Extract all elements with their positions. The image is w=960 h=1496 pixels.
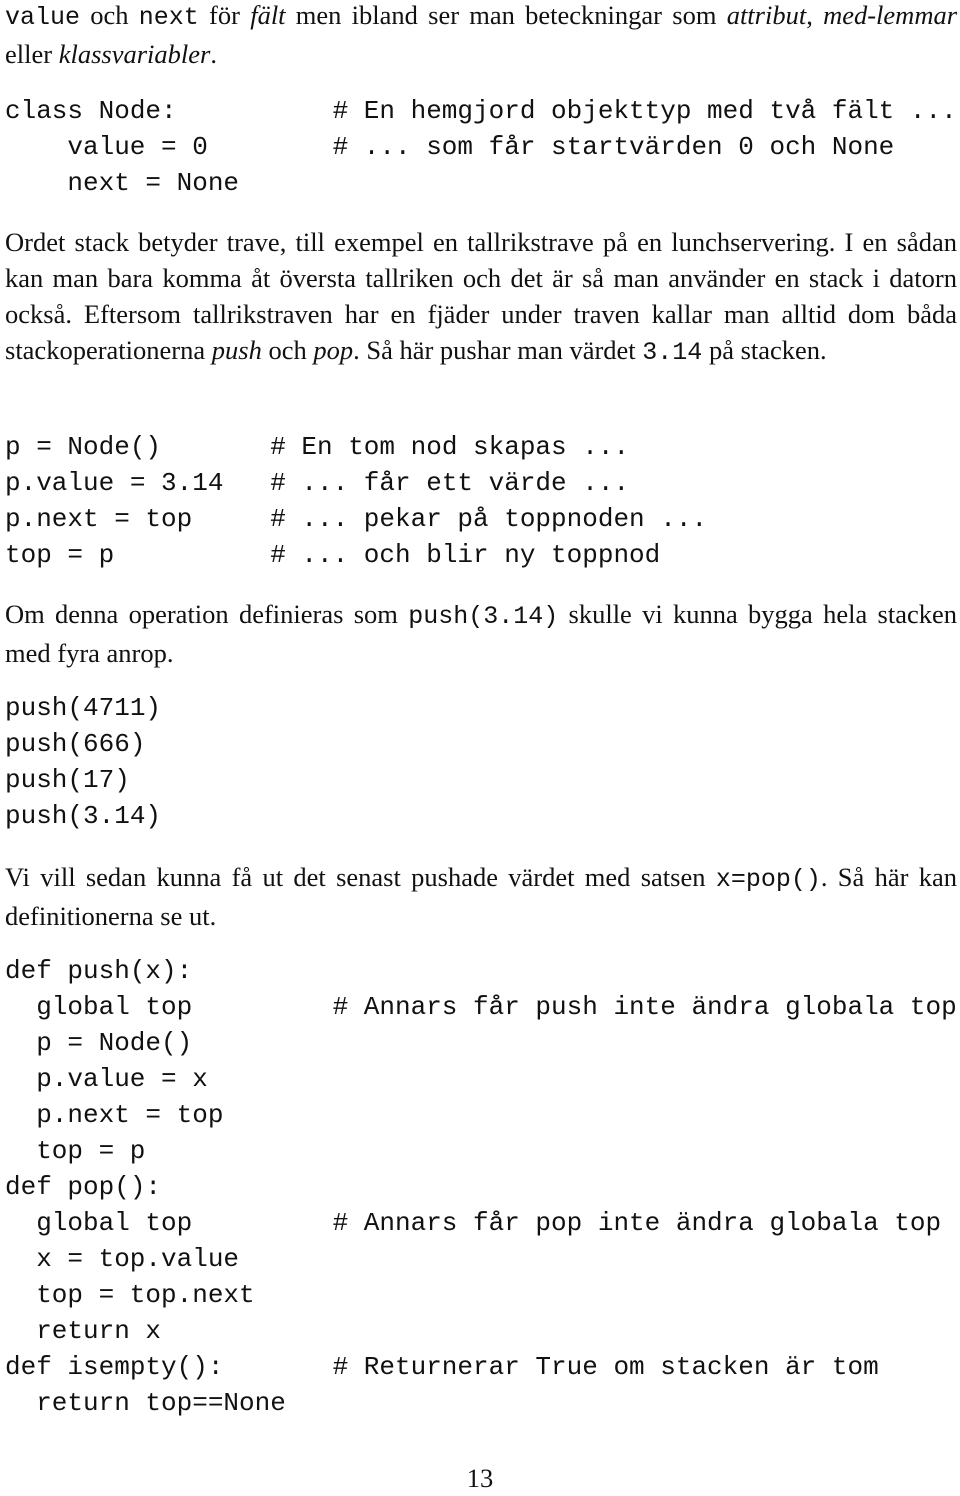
paragraph-text: . Så här pushar man värdet: [353, 335, 643, 365]
emphasized-term: fält: [250, 0, 286, 30]
push-operation-paragraph: Om denna operation definieras som push(3…: [5, 596, 957, 671]
code-statement: value = 0: [67, 132, 208, 162]
code-statement: return top==None: [36, 1388, 286, 1418]
code-statement: top = p: [5, 540, 115, 570]
code-statement: push(666): [5, 729, 146, 759]
intro-paragraph: value och next för fält men ibland ser m…: [5, 0, 957, 72]
paragraph-text: Vi vill sedan kunna få ut det senast pus…: [5, 862, 716, 892]
code-comment: # En hemgjord objekttyp med två fält ...: [332, 96, 957, 126]
code-statement: p.next = top: [36, 1100, 224, 1130]
paragraph-text: för: [198, 0, 251, 30]
code-statement: global top: [36, 1208, 193, 1238]
code-statement: top = top.next: [36, 1280, 255, 1310]
code-statement: def push(x):: [5, 956, 193, 986]
paragraph-text: men ibland ser man beteckningar som: [285, 0, 727, 30]
code-statement: push(4711): [5, 693, 162, 723]
emphasized-term: klassvariabler: [58, 39, 211, 69]
code-comment: # ... pekar på toppnoden ...: [270, 504, 708, 534]
code-statement: p.value = 3.14: [5, 468, 224, 498]
stack-explanation-paragraph: Ordet stack betyder trave, till exempel …: [5, 224, 957, 371]
code-comment: # Annars får push inte ändra globala top: [332, 992, 957, 1022]
code-statement: return x: [36, 1316, 162, 1346]
paragraph-text: på stacken.: [702, 335, 827, 365]
code-statement: x = top.value: [36, 1244, 240, 1274]
code-comment: # ... som får startvärden 0 och None: [332, 132, 895, 162]
code-comment: # ... får ett värde ...: [270, 468, 630, 498]
paragraph-text: eller: [5, 39, 59, 69]
code-statement: top = p: [36, 1136, 146, 1166]
code-comment: # Annars får pop inte ändra globala top: [332, 1208, 942, 1238]
inline-code: x=pop(): [715, 865, 821, 894]
paragraph-text: och: [261, 335, 314, 365]
code-statement: p.value = x: [36, 1064, 208, 1094]
code-statement: push(17): [5, 765, 130, 795]
code-comment: # ... och blir ny toppnod: [270, 540, 661, 570]
paragraph-text: Om denna operation definieras som: [5, 599, 409, 629]
code-comment: # Returnerar True om stacken är tom: [332, 1352, 879, 1382]
emphasized-term: push: [211, 335, 262, 365]
paragraph-text: ,: [806, 0, 824, 30]
code-statement: def isempty():: [5, 1352, 224, 1382]
code-statement: push(3.14): [5, 801, 162, 831]
inline-code: value: [5, 3, 81, 32]
emphasized-term: attribut: [726, 0, 807, 30]
code-statement: p = Node(): [36, 1028, 193, 1058]
pop-paragraph: Vi vill sedan kunna få ut det senast pus…: [5, 859, 957, 934]
inline-code: next: [138, 3, 199, 32]
code-statement: def pop():: [5, 1172, 162, 1202]
page-number: 13: [466, 1463, 494, 1493]
emphasized-term: pop: [313, 335, 354, 365]
paragraph-text: och: [80, 0, 139, 30]
inline-code: 3.14: [642, 338, 703, 367]
code-statement: global top: [36, 992, 193, 1022]
emphasized-term: med-lemmar: [823, 0, 958, 30]
code-comment: # En tom nod skapas ...: [270, 432, 630, 462]
paragraph-text: .: [210, 39, 217, 69]
inline-code: push(3.14): [408, 602, 559, 631]
code-statement: p.next = top: [5, 504, 193, 534]
code-statement: p = Node(): [5, 432, 162, 462]
code-statement: class Node:: [5, 96, 177, 126]
code-statement: next = None: [67, 168, 240, 198]
